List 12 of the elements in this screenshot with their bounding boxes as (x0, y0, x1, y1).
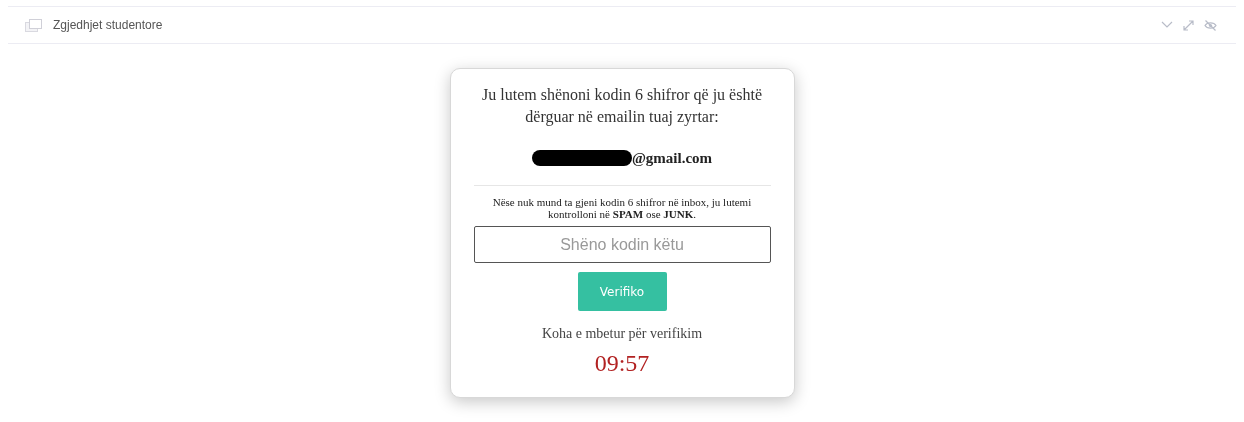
spam-note: Nëse nuk mund ta gjeni kodin 6 shifror në inbox, ju lutemi kontrolloni në SPAM ose JUNK. (491, 196, 753, 220)
countdown-timer: 09:57 (594, 349, 650, 378)
windows-icon (25, 18, 42, 32)
email-domain: @gmail.com (631, 148, 713, 168)
expand-icon[interactable] (1183, 19, 1194, 31)
verify-button[interactable]: Verifiko (577, 272, 667, 311)
code-input-field[interactable]: Shëno kodin këtu (473, 226, 771, 263)
eye-slash-icon[interactable] (1204, 19, 1217, 31)
chevron-down-icon[interactable] (1161, 21, 1173, 29)
timer-label: Koha e mbetur për verifikim (541, 325, 703, 343)
panel-title: Zgjedhjet studentore (53, 17, 163, 34)
instruction-text: Ju lutem shënoni kodin 6 shifror që ju është dërguar në emailin tuaj zyrtar: (481, 85, 763, 128)
